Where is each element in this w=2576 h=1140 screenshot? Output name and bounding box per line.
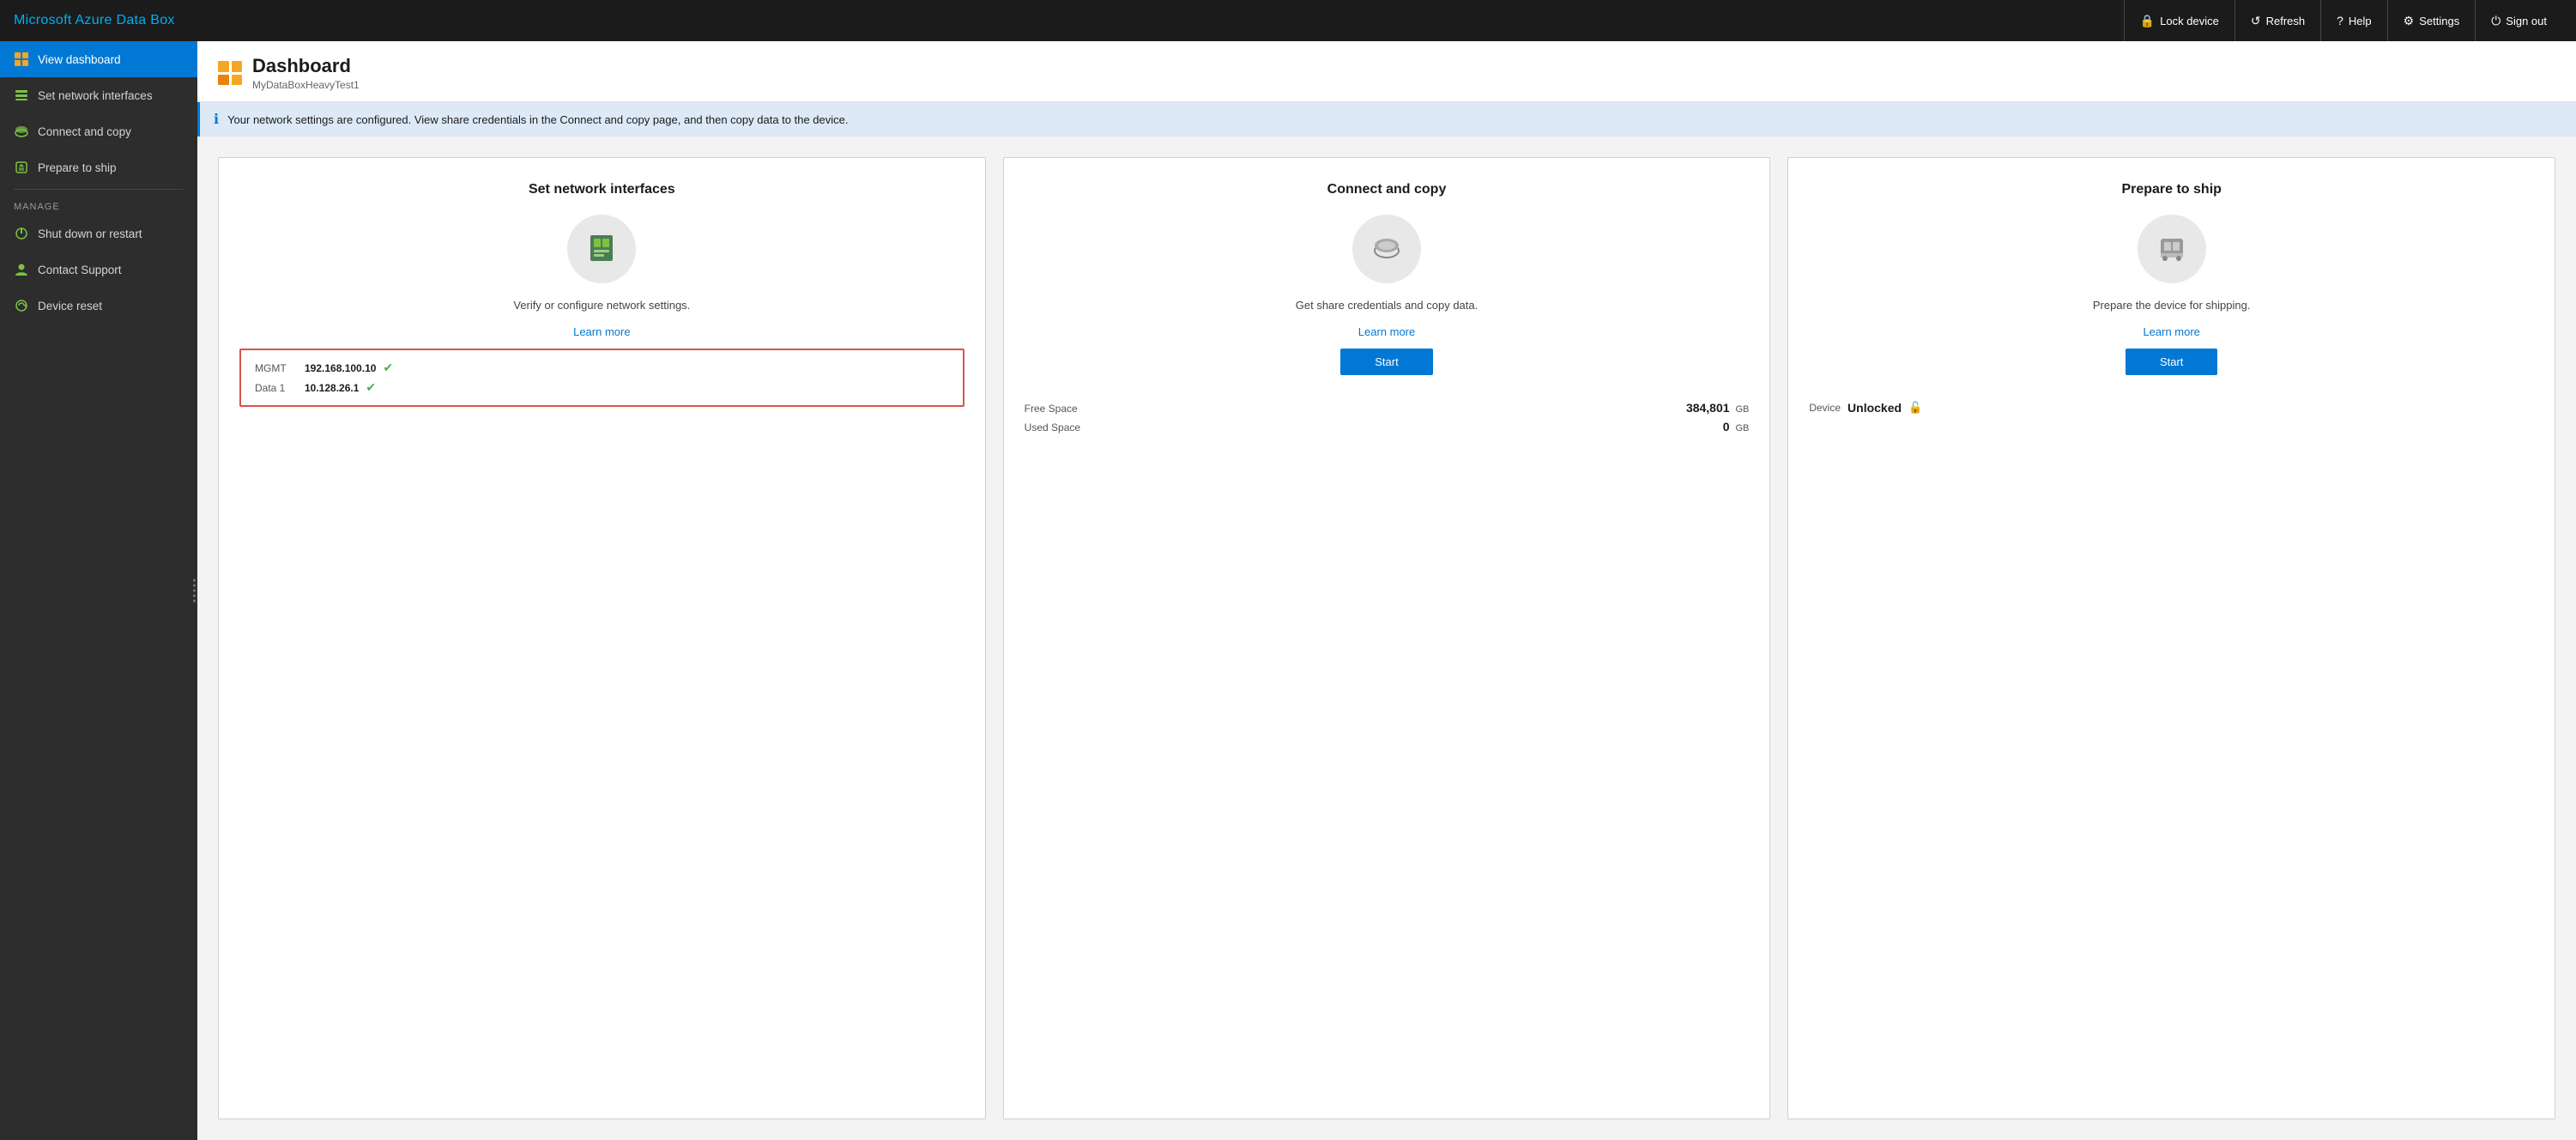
main-layout: View dashboard Set network interfaces Co… — [0, 41, 2576, 1140]
device-status: Unlocked — [1847, 401, 1902, 415]
card-copy-start-button[interactable]: Start — [1340, 349, 1432, 375]
page-title: Dashboard — [252, 55, 360, 77]
sidebar-item-prepare-ship[interactable]: Prepare to ship — [0, 149, 197, 185]
network-info-box: MGMT 192.168.100.10 ✔ Data 1 10.128.26.1… — [239, 349, 964, 407]
reset-icon — [14, 298, 29, 313]
network-row-data1: Data 1 10.128.26.1 ✔ — [255, 380, 949, 395]
sidebar-item-support[interactable]: Contact Support — [0, 252, 197, 288]
sidebar-label-shutdown: Shut down or restart — [38, 227, 142, 240]
copy-stats: Free Space 384,801 GB Used Space 0 GB — [1025, 392, 1750, 442]
power-icon: ⏻ — [2491, 14, 2500, 28]
sidebar-label-ship: Prepare to ship — [38, 161, 117, 174]
sidebar-item-set-network[interactable]: Set network interfaces — [0, 77, 197, 113]
card-network: Set network interfaces Verify or configu… — [218, 157, 986, 1119]
sidebar-item-shutdown[interactable]: Shut down or restart — [0, 215, 197, 252]
main-content: Dashboard MyDataBoxHeavyTest1 ℹ Your net… — [197, 41, 2576, 1140]
copy-card-icon — [1369, 230, 1405, 269]
ship-icon — [14, 160, 29, 175]
used-space-unit: GB — [1735, 423, 1749, 434]
mgmt-label: MGMT — [255, 362, 298, 374]
sidebar-divider — [14, 189, 184, 190]
settings-button[interactable]: ⚙ Settings — [2387, 0, 2476, 41]
card-ship-title: Prepare to ship — [2121, 182, 2221, 197]
ship-card-icon — [2154, 230, 2190, 269]
page-subtitle: MyDataBoxHeavyTest1 — [252, 79, 360, 91]
support-icon — [14, 262, 29, 277]
lock-icon: 🔒 — [2140, 14, 2155, 28]
dashboard-header-icon — [218, 61, 242, 85]
free-space-label: Free Space — [1025, 403, 1093, 415]
card-network-description: Verify or configure network settings. — [513, 299, 690, 312]
sidebar-item-view-dashboard[interactable]: View dashboard — [0, 41, 197, 77]
refresh-button[interactable]: ↺ Refresh — [2234, 0, 2320, 41]
network-card-icon — [584, 230, 620, 269]
shutdown-icon — [14, 226, 29, 241]
dashboard-icon — [14, 52, 29, 67]
used-space-label: Used Space — [1025, 421, 1093, 434]
sidebar-label-support: Contact Support — [38, 264, 122, 276]
card-ship-description: Prepare the device for shipping. — [2093, 299, 2251, 312]
data1-check-icon: ✔ — [366, 380, 376, 395]
sign-out-button[interactable]: ⏻ Sign out — [2475, 0, 2562, 41]
free-space-value: 384,801 — [1686, 401, 1730, 415]
sidebar-item-connect-copy[interactable]: Connect and copy — [0, 113, 197, 149]
sidebar-label-copy: Connect and copy — [38, 125, 131, 138]
card-ship: Prepare to ship Prepare the device f — [1787, 157, 2555, 1119]
network-icon — [14, 88, 29, 103]
card-copy-description: Get share credentials and copy data. — [1296, 299, 1478, 312]
card-network-title: Set network interfaces — [529, 182, 675, 197]
card-copy-icon-wrap — [1352, 215, 1421, 283]
network-row-mgmt: MGMT 192.168.100.10 ✔ — [255, 361, 949, 375]
info-message: Your network settings are configured. Vi… — [227, 113, 848, 126]
lock-device-button[interactable]: 🔒 Lock device — [2124, 0, 2234, 41]
data1-ip: 10.128.26.1 — [305, 382, 359, 394]
card-copy: Connect and copy Get share credentials a… — [1003, 157, 1771, 1119]
card-ship-start-button[interactable]: Start — [2126, 349, 2217, 375]
data1-label: Data 1 — [255, 382, 298, 394]
cards-container: Set network interfaces Verify or configu… — [197, 136, 2576, 1140]
sidebar-item-reset[interactable]: Device reset — [0, 288, 197, 324]
sidebar-label-network: Set network interfaces — [38, 89, 153, 102]
help-button[interactable]: ? Help — [2320, 0, 2387, 41]
top-navigation: Microsoft Azure Data Box 🔒 Lock device ↺… — [0, 0, 2576, 41]
manage-label: MANAGE — [0, 193, 197, 215]
top-nav-actions: 🔒 Lock device ↺ Refresh ? Help ⚙ Setting… — [2124, 0, 2562, 41]
free-space-unit: GB — [1735, 404, 1749, 415]
settings-icon: ⚙ — [2404, 14, 2415, 28]
mgmt-ip: 192.168.100.10 — [305, 362, 376, 374]
sidebar-label-reset: Device reset — [38, 300, 102, 312]
info-banner: ℹ Your network settings are configured. … — [197, 102, 2576, 136]
card-ship-learn-more[interactable]: Learn more — [2143, 325, 2199, 338]
help-icon: ? — [2337, 14, 2343, 27]
device-status-row: Device Unlocked 🔓 — [1809, 392, 2534, 415]
sidebar-resize-handle[interactable] — [190, 579, 197, 603]
free-space-row: Free Space 384,801 GB — [1025, 401, 1750, 415]
app-title: Microsoft Azure Data Box — [14, 13, 175, 28]
card-network-learn-more[interactable]: Learn more — [573, 325, 630, 338]
mgmt-check-icon: ✔ — [383, 361, 393, 375]
card-ship-icon-wrap — [2138, 215, 2206, 283]
refresh-icon: ↺ — [2251, 14, 2261, 28]
page-header: Dashboard MyDataBoxHeavyTest1 — [197, 41, 2576, 102]
card-network-icon-wrap — [567, 215, 636, 283]
used-space-row: Used Space 0 GB — [1025, 420, 1750, 434]
used-space-value: 0 — [1723, 420, 1730, 434]
device-label: Device — [1809, 402, 1841, 414]
copy-icon — [14, 124, 29, 139]
sidebar-label-dashboard: View dashboard — [38, 53, 121, 66]
sidebar: View dashboard Set network interfaces Co… — [0, 41, 197, 1140]
card-copy-title: Connect and copy — [1327, 182, 1447, 197]
card-copy-learn-more[interactable]: Learn more — [1358, 325, 1415, 338]
info-icon: ℹ — [214, 111, 219, 128]
unlock-icon: 🔓 — [1908, 401, 1922, 415]
